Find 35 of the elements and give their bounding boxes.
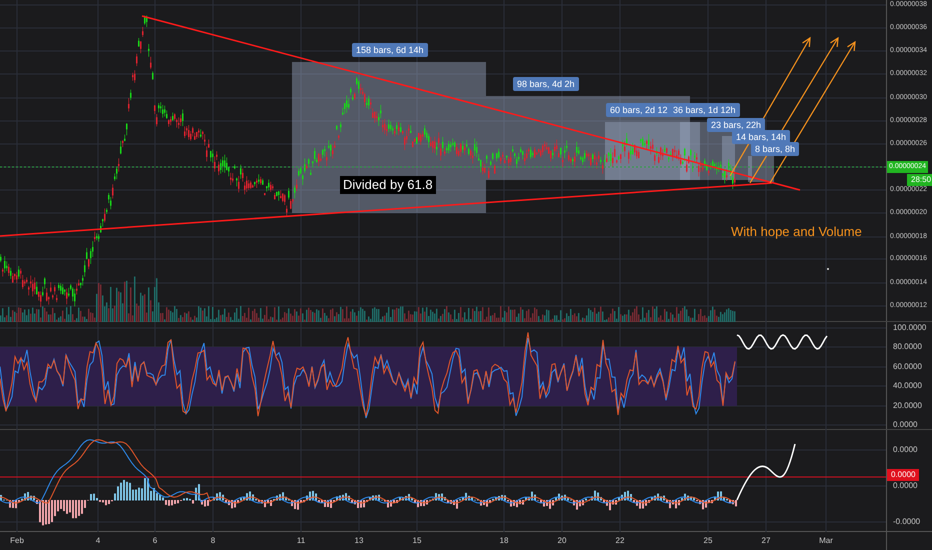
date-label: 18 <box>500 535 508 546</box>
chart-note: Divided by 61.8 <box>340 176 436 194</box>
oscillator-label: 60.0000 <box>893 362 922 372</box>
oscillator-label: 80.0000 <box>893 342 922 352</box>
countdown-badge: 28:50 <box>907 174 932 186</box>
oscillator-label: 100.0000 <box>893 323 926 333</box>
date-label: Mar <box>819 535 833 546</box>
range-label: 23 bars, 22h <box>707 118 766 132</box>
chart-caption: With hope and Volume <box>731 223 862 241</box>
date-label: 25 <box>704 535 712 546</box>
macd-value-badge: 0.0000 <box>887 469 920 481</box>
macd-label: 0.0000 <box>893 445 918 455</box>
date-label: 11 <box>296 535 306 546</box>
date-label: Feb <box>10 535 24 546</box>
macd-label: 0.0000 <box>893 481 918 491</box>
range-label: 60 bars, 2d 12 <box>606 103 672 117</box>
date-label: 22 <box>616 535 624 546</box>
range-label: 98 bars, 4d 2h <box>513 77 579 91</box>
oscillator-label: 20.0000 <box>893 401 922 411</box>
date-label: 6 <box>152 535 158 546</box>
date-label: 20 <box>558 535 566 546</box>
date-label: 8 <box>210 535 216 546</box>
date-label: 27 <box>762 535 770 546</box>
dot-marker <box>827 268 829 270</box>
oscillator-label: 40.0000 <box>893 381 922 391</box>
projection-curve <box>736 444 796 500</box>
date-label: 15 <box>412 535 422 546</box>
range-label: 14 bars, 14h <box>732 130 790 144</box>
macd-label: -0.0000 <box>893 517 920 527</box>
range-label: 36 bars, 1d 12h <box>669 103 740 117</box>
date-label: 13 <box>354 535 364 546</box>
date-label: 4 <box>96 535 100 546</box>
range-label: 8 bars, 8h <box>751 142 800 156</box>
range-label: 158 bars, 6d 14h <box>352 43 428 57</box>
oscillator-label: 0.0000 <box>893 420 918 430</box>
